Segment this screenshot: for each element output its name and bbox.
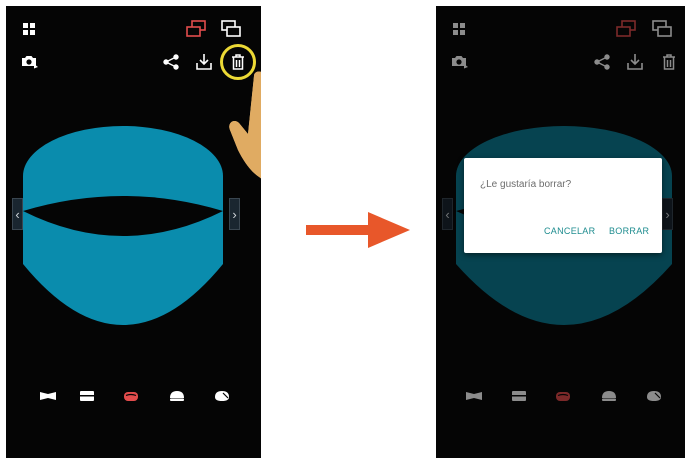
trash-icon[interactable]: [231, 54, 245, 70]
cancel-button[interactable]: CANCELAR: [544, 226, 595, 236]
previous-arrow[interactable]: ‹: [12, 198, 23, 230]
transition-arrow-icon: [306, 212, 410, 253]
phone-screen-after: ‹ › ¿Le gustaría borrar? CANCELAR BORRAR: [436, 6, 685, 458]
phone-screen-before: ‹ ›: [6, 6, 261, 458]
shape-rectangle-icon[interactable]: [80, 390, 94, 404]
next-arrow[interactable]: ›: [229, 198, 240, 230]
shape-cylinder-icon[interactable]: [124, 390, 138, 404]
dialog-message: ¿Le gustaría borrar?: [480, 179, 572, 190]
shape-round-icon[interactable]: [214, 390, 230, 404]
delete-confirm-dialog: ¿Le gustaría borrar? CANCELAR BORRAR: [464, 158, 662, 253]
confirm-delete-button[interactable]: BORRAR: [609, 226, 649, 236]
tapping-hand-icon: [224, 70, 261, 185]
shape-dome-icon[interactable]: [169, 390, 185, 404]
shape-bowtie-icon[interactable]: [40, 390, 56, 404]
